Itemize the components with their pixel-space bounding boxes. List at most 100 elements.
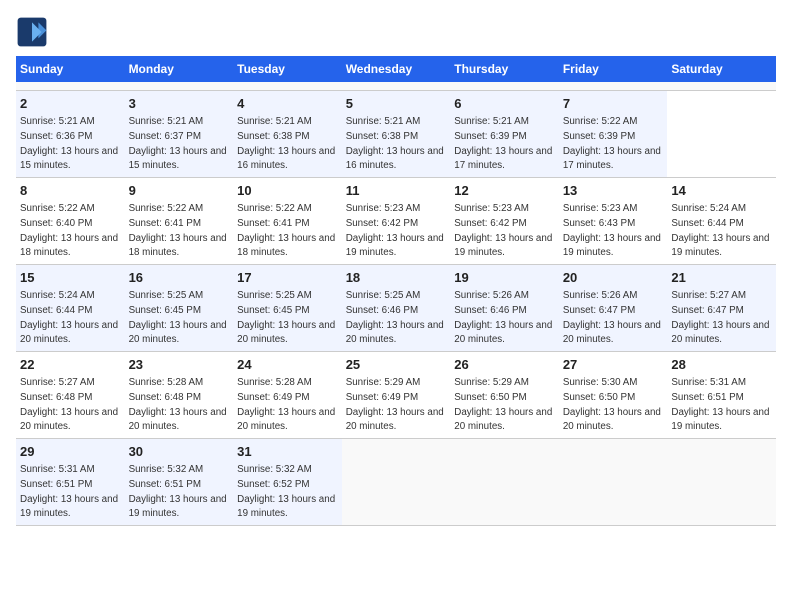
day-number: 30: [129, 443, 230, 461]
calendar-cell: 2Sunrise: 5:21 AMSunset: 6:36 PMDaylight…: [16, 91, 125, 178]
daylight: Daylight: 13 hours and 19 minutes.: [346, 233, 444, 259]
sunset: Sunset: 6:47 PM: [671, 305, 743, 316]
sunrise: Sunrise: 5:24 AM: [671, 203, 746, 214]
day-number: 20: [563, 269, 664, 287]
calendar-header: SundayMondayTuesdayWednesdayThursdayFrid…: [16, 56, 776, 82]
calendar-cell: [16, 82, 125, 91]
sunrise: Sunrise: 5:29 AM: [454, 377, 529, 388]
daylight: Daylight: 13 hours and 20 minutes.: [563, 320, 661, 346]
daylight: Daylight: 13 hours and 20 minutes.: [346, 320, 444, 346]
sunrise: Sunrise: 5:26 AM: [563, 290, 638, 301]
sunrise: Sunrise: 5:22 AM: [237, 203, 312, 214]
calendar-cell: 22Sunrise: 5:27 AMSunset: 6:48 PMDayligh…: [16, 352, 125, 439]
calendar-cell: [342, 82, 451, 91]
sunrise: Sunrise: 5:26 AM: [454, 290, 529, 301]
sunset: Sunset: 6:51 PM: [20, 479, 92, 490]
calendar-cell: 18Sunrise: 5:25 AMSunset: 6:46 PMDayligh…: [342, 265, 451, 352]
sunrise: Sunrise: 5:27 AM: [20, 377, 95, 388]
day-number: 26: [454, 356, 555, 374]
calendar-cell: [450, 439, 559, 526]
sunrise: Sunrise: 5:31 AM: [671, 377, 746, 388]
daylight: Daylight: 13 hours and 20 minutes.: [129, 320, 227, 346]
daylight: Daylight: 13 hours and 20 minutes.: [20, 320, 118, 346]
daylight: Daylight: 13 hours and 20 minutes.: [454, 320, 552, 346]
day-number: 17: [237, 269, 338, 287]
sunset: Sunset: 6:41 PM: [237, 218, 309, 229]
sunrise: Sunrise: 5:21 AM: [129, 116, 204, 127]
sunset: Sunset: 6:39 PM: [454, 131, 526, 142]
sunrise: Sunrise: 5:23 AM: [346, 203, 421, 214]
sunset: Sunset: 6:48 PM: [20, 392, 92, 403]
sunset: Sunset: 6:51 PM: [129, 479, 201, 490]
sunrise: Sunrise: 5:25 AM: [346, 290, 421, 301]
calendar-table: SundayMondayTuesdayWednesdayThursdayFrid…: [16, 56, 776, 526]
day-number: 6: [454, 95, 555, 113]
sunset: Sunset: 6:45 PM: [237, 305, 309, 316]
calendar-cell: [559, 439, 668, 526]
calendar-cell: 14Sunrise: 5:24 AMSunset: 6:44 PMDayligh…: [667, 178, 776, 265]
calendar-cell: 25Sunrise: 5:29 AMSunset: 6:49 PMDayligh…: [342, 352, 451, 439]
daylight: Daylight: 13 hours and 20 minutes.: [563, 407, 661, 433]
calendar-cell: [667, 439, 776, 526]
daylight: Daylight: 13 hours and 16 minutes.: [346, 146, 444, 172]
logo-icon: [16, 16, 48, 48]
daylight: Daylight: 13 hours and 17 minutes.: [454, 146, 552, 172]
calendar-cell: 6 Sunrise: 5:21 AM Sunset: 6:39 PM Daylight…: [450, 91, 559, 178]
calendar-week-row: 22 Sunrise: 5:27 AM Sunset: 6:48 PM Dayligh…: [16, 352, 776, 439]
day-number: 11: [346, 182, 447, 200]
sunset: Sunset: 6:44 PM: [671, 218, 743, 229]
calendar-cell: 30Sunrise: 5:32 AMSunset: 6:51 PMDayligh…: [125, 439, 234, 526]
sunrise: Sunrise: 5:27 AM: [671, 290, 746, 301]
sunset: Sunset: 6:48 PM: [129, 392, 201, 403]
daylight: Daylight: 13 hours and 17 minutes.: [563, 146, 661, 172]
day-of-week-header: Tuesday: [233, 56, 342, 82]
day-of-week-header: Wednesday: [342, 56, 451, 82]
daylight: Daylight: 13 hours and 20 minutes.: [671, 320, 769, 346]
calendar-cell: 15Sunrise: 5:24 AMSunset: 6:44 PMDayligh…: [16, 265, 125, 352]
calendar-cell: [342, 439, 451, 526]
day-of-week-header: Sunday: [16, 56, 125, 82]
calendar-cell: 31Sunrise: 5:32 AMSunset: 6:52 PMDayligh…: [233, 439, 342, 526]
day-number: 22: [20, 356, 121, 374]
calendar-cell: 20Sunrise: 5:26 AMSunset: 6:47 PMDayligh…: [559, 265, 668, 352]
day-number: 16: [129, 269, 230, 287]
sunset: Sunset: 6:45 PM: [129, 305, 201, 316]
calendar-cell: [125, 82, 234, 91]
daylight: Daylight: 13 hours and 20 minutes.: [237, 320, 335, 346]
sunset: Sunset: 6:40 PM: [20, 218, 92, 229]
calendar-cell: [450, 82, 559, 91]
day-number: 14: [671, 182, 772, 200]
calendar-cell: 13Sunrise: 5:23 AMSunset: 6:43 PMDayligh…: [559, 178, 668, 265]
day-of-week-header: Saturday: [667, 56, 776, 82]
sunset: Sunset: 6:38 PM: [237, 131, 309, 142]
calendar-week-row: 2Sunrise: 5:21 AMSunset: 6:36 PMDaylight…: [16, 91, 776, 178]
daylight: Daylight: 13 hours and 19 minutes.: [454, 233, 552, 259]
daylight: Daylight: 13 hours and 15 minutes.: [129, 146, 227, 172]
day-of-week-header: Thursday: [450, 56, 559, 82]
daylight: Daylight: 13 hours and 20 minutes.: [346, 407, 444, 433]
sunset: Sunset: 6:49 PM: [346, 392, 418, 403]
daylight: Daylight: 13 hours and 20 minutes.: [454, 407, 552, 433]
day-number: 18: [346, 269, 447, 287]
calendar-week-row: 15Sunrise: 5:24 AMSunset: 6:44 PMDayligh…: [16, 265, 776, 352]
calendar-cell: 9Sunrise: 5:22 AMSunset: 6:41 PMDaylight…: [125, 178, 234, 265]
calendar-cell: 7Sunrise: 5:22 AMSunset: 6:39 PMDaylight…: [559, 91, 668, 178]
daylight: Daylight: 13 hours and 18 minutes.: [237, 233, 335, 259]
daylight: Daylight: 13 hours and 16 minutes.: [237, 146, 335, 172]
sunset: Sunset: 6:50 PM: [454, 392, 526, 403]
sunset: Sunset: 6:39 PM: [563, 131, 635, 142]
header-row: SundayMondayTuesdayWednesdayThursdayFrid…: [16, 56, 776, 82]
calendar-cell: 4Sunrise: 5:21 AMSunset: 6:38 PMDaylight…: [233, 91, 342, 178]
day-of-week-header: Monday: [125, 56, 234, 82]
day-number: 10: [237, 182, 338, 200]
sunrise: Sunrise: 5:21 AM: [237, 116, 312, 127]
calendar-cell: 5Sunrise: 5:21 AMSunset: 6:38 PMDaylight…: [342, 91, 451, 178]
calendar-cell: 29Sunrise: 5:31 AMSunset: 6:51 PMDayligh…: [16, 439, 125, 526]
sunset: Sunset: 6:46 PM: [454, 305, 526, 316]
day-number: 19: [454, 269, 555, 287]
day-number: 12: [454, 182, 555, 200]
sunrise: Sunrise: 5:23 AM: [563, 203, 638, 214]
sunset: Sunset: 6:38 PM: [346, 131, 418, 142]
sunrise: Sunrise: 5:21 AM: [454, 116, 529, 127]
daylight: Daylight: 13 hours and 19 minutes.: [20, 494, 118, 520]
